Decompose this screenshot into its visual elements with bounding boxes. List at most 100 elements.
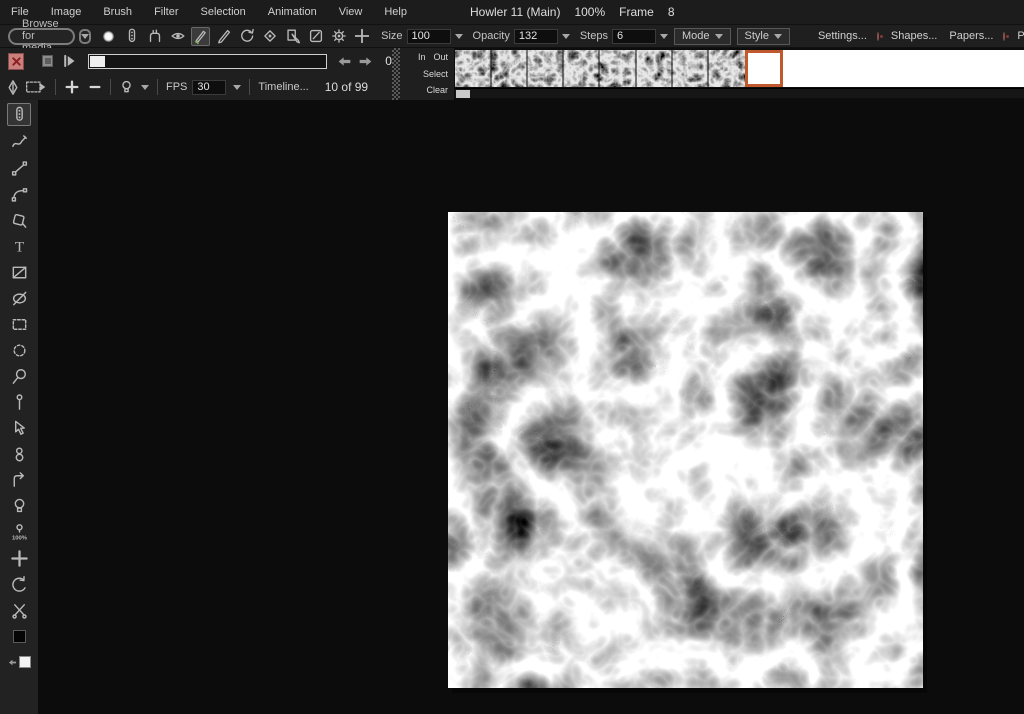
stop-icon[interactable]: [42, 55, 53, 67]
canvas-image[interactable]: [448, 212, 923, 688]
menu-brush[interactable]: Brush: [92, 6, 143, 18]
fps-dropdown-icon[interactable]: [233, 85, 241, 90]
size-dropdown-icon[interactable]: [455, 34, 463, 39]
menu-animation[interactable]: Animation: [257, 6, 328, 18]
next-frame-icon[interactable]: [358, 55, 373, 68]
out-button[interactable]: Out: [433, 52, 448, 62]
mode-button[interactable]: Mode: [674, 28, 731, 45]
frame-thumbnails[interactable]: [455, 50, 745, 87]
gear-icon[interactable]: [329, 27, 348, 46]
steps-combo: Steps 6: [580, 29, 668, 44]
particles-link[interactable]: Particles...: [1017, 30, 1024, 42]
steps-dropdown-icon[interactable]: [660, 34, 668, 39]
fps-input[interactable]: 30: [192, 80, 226, 95]
swirl-icon[interactable]: [237, 27, 256, 46]
opacity-dropdown-icon[interactable]: [562, 34, 570, 39]
airbrush-icon[interactable]: [7, 132, 31, 152]
prev-frame-icon[interactable]: [337, 55, 352, 68]
clone-tool-icon[interactable]: [7, 444, 31, 464]
onion-skin-icon[interactable]: [6, 79, 20, 96]
select-button[interactable]: Select: [423, 69, 448, 79]
close-icon[interactable]: [8, 53, 24, 70]
add-frame-icon[interactable]: [64, 79, 80, 95]
papers-dot-icon[interactable]: [1003, 32, 1005, 41]
selected-frame[interactable]: [745, 50, 783, 87]
crop-tool-icon[interactable]: [7, 262, 31, 282]
copy-page-icon[interactable]: [283, 27, 302, 46]
foreground-color-swatch[interactable]: [7, 626, 31, 646]
brush-tip-icon[interactable]: [122, 27, 141, 46]
size-combo: Size 100: [381, 29, 462, 44]
page-flip-icon[interactable]: [7, 470, 31, 490]
background-color-swatch[interactable]: [7, 652, 31, 672]
swap-colors-icon[interactable]: [8, 658, 17, 667]
browse-media-button[interactable]: Browse for media...: [8, 28, 75, 45]
keyframe-dropdown-icon[interactable]: [141, 85, 149, 90]
target-icon[interactable]: [260, 27, 279, 46]
picker-pin-icon[interactable]: [7, 392, 31, 412]
paint-brush-icon[interactable]: [7, 103, 31, 126]
magnifier-icon[interactable]: [7, 366, 31, 386]
menu-image[interactable]: Image: [40, 6, 93, 18]
rect-select-icon[interactable]: [7, 314, 31, 334]
size-input[interactable]: 100: [407, 29, 451, 44]
steps-label: Steps: [580, 30, 608, 42]
menu-filter[interactable]: Filter: [143, 6, 189, 18]
opacity-input[interactable]: 132: [514, 29, 558, 44]
svg-text:100%: 100%: [11, 535, 27, 541]
empty-frames-area[interactable]: [783, 50, 1024, 87]
mode-label: Mode: [682, 30, 710, 42]
dotted-separator[interactable]: [392, 48, 400, 100]
undo-arrow-icon[interactable]: [7, 574, 31, 594]
slider-thumb[interactable]: [90, 56, 105, 67]
frame-slider[interactable]: [88, 54, 327, 69]
pencil-icon[interactable]: [214, 27, 233, 46]
window-title: Howler 11 (Main) 100% Frame 8: [470, 5, 675, 19]
menu-selection[interactable]: Selection: [190, 6, 257, 18]
settings-dot-icon[interactable]: [877, 32, 879, 41]
zoom-100-icon[interactable]: 100%: [7, 522, 31, 542]
timeline-scrollbar[interactable]: [455, 88, 1024, 98]
timeline-link[interactable]: Timeline...: [258, 81, 308, 93]
keyframe-lamp-icon[interactable]: [119, 79, 134, 96]
size-label: Size: [381, 30, 402, 42]
menu-help[interactable]: Help: [373, 6, 418, 18]
move-crosshair-icon[interactable]: [7, 548, 31, 568]
pen-tool-icon[interactable]: [191, 27, 210, 46]
line-tool-icon[interactable]: [7, 158, 31, 178]
lamp-tool-icon[interactable]: [7, 496, 31, 516]
timeline-filmstrip[interactable]: [455, 50, 1024, 87]
timeline-scroll-thumb[interactable]: [456, 90, 470, 98]
style-button[interactable]: Style: [737, 28, 790, 45]
edit-box-icon[interactable]: [306, 27, 325, 46]
brush-preview-dot-icon[interactable]: [99, 27, 118, 46]
circle-select-icon[interactable]: [7, 340, 31, 360]
clear-button[interactable]: Clear: [426, 85, 448, 95]
fps-label: FPS: [166, 81, 187, 93]
in-button[interactable]: In: [418, 52, 426, 62]
cut-tool-icon[interactable]: [7, 600, 31, 620]
settings-link[interactable]: Settings...: [818, 30, 867, 42]
curve-tool-icon[interactable]: [7, 184, 31, 204]
frame-word: Frame: [619, 5, 654, 19]
menu-view[interactable]: View: [328, 6, 374, 18]
zoom-level: 100%: [574, 5, 605, 19]
steps-input[interactable]: 6: [612, 29, 656, 44]
browse-media-dropdown[interactable]: [79, 29, 91, 44]
text-tool-icon[interactable]: T: [7, 236, 31, 256]
divider: [157, 79, 158, 95]
menu-file[interactable]: File: [0, 6, 40, 18]
preview-range-icon[interactable]: [25, 79, 47, 95]
remove-frame-icon[interactable]: [88, 79, 102, 95]
papers-link[interactable]: Papers...: [949, 30, 993, 42]
timeline-labels: In Out Select Clear: [400, 48, 454, 100]
play-step-icon[interactable]: [61, 53, 78, 69]
divider: [110, 79, 111, 95]
fill-tool-icon[interactable]: [7, 210, 31, 230]
transform-arrow-icon[interactable]: [7, 418, 31, 438]
eye-icon[interactable]: [168, 27, 187, 46]
smear-tool-icon[interactable]: [145, 27, 164, 46]
ellipse-tool-icon[interactable]: [7, 288, 31, 308]
crosshair-icon[interactable]: [352, 27, 371, 46]
shapes-link[interactable]: Shapes...: [891, 30, 937, 42]
